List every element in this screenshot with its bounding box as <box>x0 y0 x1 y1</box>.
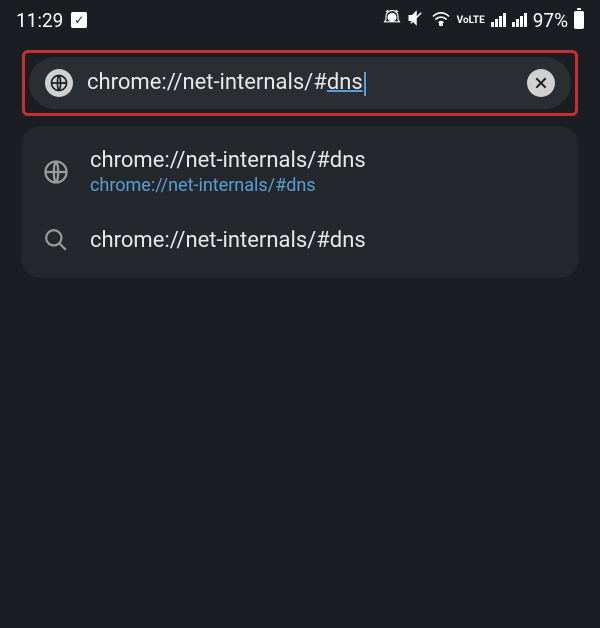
status-right: VoLTE 97% <box>383 9 584 32</box>
signal-strength-icon-1 <box>491 13 506 27</box>
suggestion-title: chrome://net-internals/#dns <box>90 148 366 173</box>
suggestion-item-history[interactable]: chrome://net-internals/#dns chrome://net… <box>22 134 578 210</box>
suggestion-title: chrome://net-internals/#dns <box>90 228 366 253</box>
volte-icon: VoLTE <box>457 15 485 26</box>
address-bar[interactable]: chrome://net-internals/#dns <box>29 57 571 109</box>
globe-icon <box>45 69 73 97</box>
suggestion-text: chrome://net-internals/#dns <box>90 228 366 253</box>
suggestion-item-search[interactable]: chrome://net-internals/#dns <box>22 210 578 270</box>
wifi-icon <box>431 10 451 30</box>
url-input[interactable]: chrome://net-internals/#dns <box>87 70 513 95</box>
url-text-underlined: dns <box>327 70 363 95</box>
suggestions-dropdown: chrome://net-internals/#dns chrome://net… <box>22 126 578 278</box>
search-icon <box>40 224 72 256</box>
status-time: 11:29 <box>16 9 63 32</box>
globe-icon <box>40 156 72 188</box>
status-bar: 11:29 ✓ VoLTE 97% <box>0 0 600 40</box>
suggestion-text: chrome://net-internals/#dns chrome://net… <box>90 148 366 196</box>
signal-strength-icon-2 <box>512 13 527 27</box>
battery-percent: 97% <box>533 9 568 32</box>
address-bar-highlight: chrome://net-internals/#dns <box>22 50 578 116</box>
alarm-icon <box>383 9 401 31</box>
suggestion-url: chrome://net-internals/#dns <box>90 175 366 196</box>
clear-input-button[interactable] <box>527 69 555 97</box>
notification-check-icon: ✓ <box>71 12 87 28</box>
battery-icon <box>574 11 584 29</box>
text-cursor <box>364 72 366 96</box>
mute-icon <box>407 9 425 31</box>
url-text-prefix: chrome://net-internals/# <box>87 70 327 95</box>
status-left: 11:29 ✓ <box>16 9 87 32</box>
